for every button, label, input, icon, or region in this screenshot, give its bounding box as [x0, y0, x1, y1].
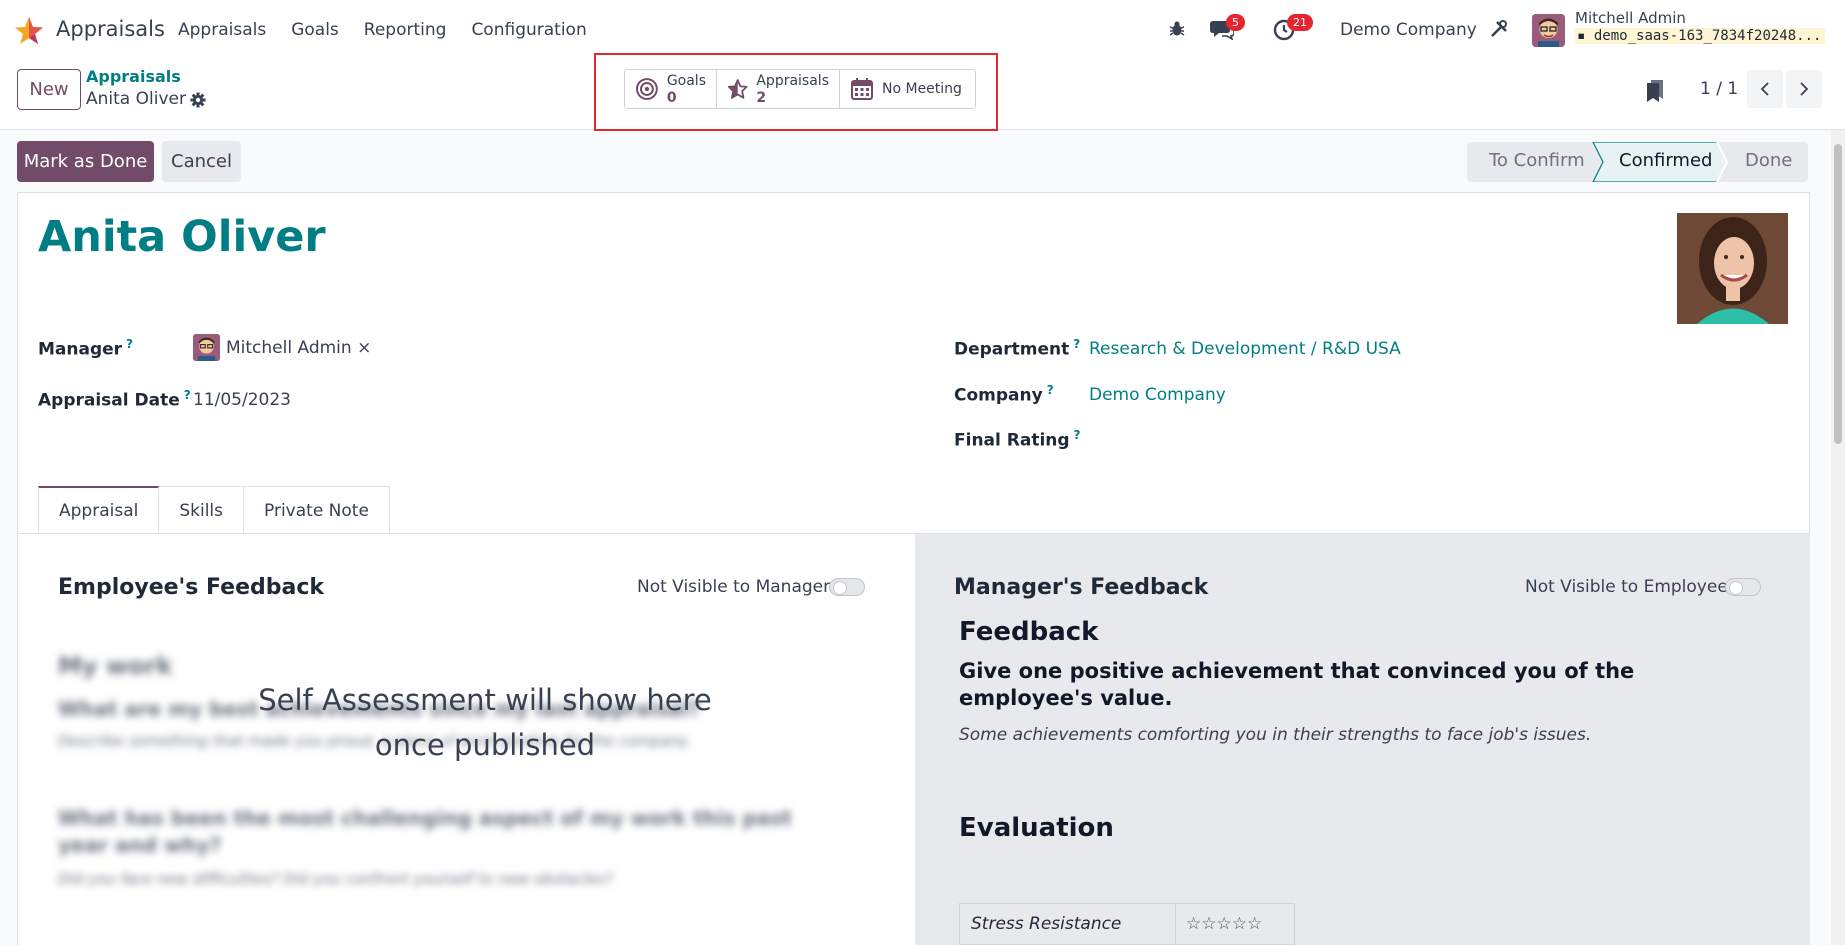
company-switcher[interactable]: Demo Company	[1340, 20, 1477, 40]
new-button[interactable]: New	[17, 69, 81, 110]
feedback-question[interactable]: Give one positive achievement that convi…	[959, 658, 1719, 712]
manager-field[interactable]: Mitchell Admin ×	[226, 338, 371, 358]
appraisal-date-label-text: Appraisal Date	[38, 390, 180, 411]
chevron-right-icon	[1800, 82, 1809, 96]
database-name: ▪ demo_saas-163_7834f20248...	[1575, 28, 1826, 44]
bug-icon[interactable]	[1168, 20, 1186, 38]
pager-value[interactable]: 1 / 1	[1700, 79, 1738, 99]
employee-photo	[1677, 213, 1788, 324]
menu-goals[interactable]: Goals	[291, 20, 339, 40]
blurred-question-2: What has been the most challenging aspec…	[58, 806, 792, 857]
company-help-icon[interactable]: ?	[1047, 383, 1054, 397]
appraisals-app-icon[interactable]	[14, 16, 44, 46]
not-visible-manager-label: Not Visible to Manager	[637, 577, 831, 597]
page-scrollbar[interactable]	[1831, 130, 1845, 945]
menu-reporting[interactable]: Reporting	[364, 20, 447, 40]
appraisals-value: 2	[756, 89, 767, 106]
scrollbar-thumb[interactable]	[1834, 144, 1842, 444]
manager-avatar	[193, 334, 220, 361]
company-link[interactable]: Demo Company	[1089, 385, 1226, 405]
appraisal-date-field[interactable]: 11/05/2023	[193, 390, 291, 410]
feedback-heading[interactable]: Feedback	[959, 617, 1098, 647]
meeting-smart-button[interactable]: No Meeting	[840, 70, 975, 108]
department-label: Department?	[954, 337, 1080, 360]
appraisals-label: Appraisals	[756, 72, 829, 89]
menu-appraisals[interactable]: Appraisals	[178, 20, 266, 40]
department-help-icon[interactable]: ?	[1073, 337, 1080, 351]
stage-done[interactable]: Done	[1745, 150, 1792, 171]
database-icon: ▪	[1577, 28, 1586, 44]
not-visible-manager-toggle[interactable]	[829, 578, 865, 596]
meeting-label: No Meeting	[882, 80, 962, 97]
menu-configuration[interactable]: Configuration	[471, 20, 586, 40]
goals-value: 0	[666, 89, 677, 106]
main-menu: Appraisals Goals Reporting Configuration	[178, 20, 612, 40]
stage-confirmed[interactable]: Confirmed	[1619, 150, 1712, 171]
mark-as-done-button[interactable]: Mark as Done	[17, 141, 154, 182]
messages-badge: 5	[1226, 14, 1245, 31]
evaluation-row-stars[interactable]: ☆☆☆☆☆	[1176, 904, 1294, 944]
calendar-icon	[851, 78, 873, 100]
goals-label: Goals	[666, 72, 706, 89]
manager-label-text: Manager	[38, 339, 123, 360]
evaluation-row-label[interactable]: Stress Resistance	[960, 904, 1176, 944]
company-label-text: Company	[954, 385, 1043, 406]
star-icon	[727, 79, 748, 99]
employee-name: Anita Oliver	[38, 212, 326, 262]
breadcrumb-current: Anita Oliver	[86, 89, 186, 109]
appraisals-smart-button[interactable]: Appraisals 2	[717, 70, 840, 108]
pager-previous-button[interactable]	[1747, 70, 1783, 108]
breadcrumb-parent[interactable]: Appraisals	[86, 67, 181, 86]
chevron-left-icon	[1760, 82, 1769, 96]
app-name[interactable]: Appraisals	[56, 17, 165, 41]
user-avatar[interactable]	[1532, 14, 1565, 47]
department-label-text: Department	[954, 339, 1070, 360]
final-rating-label: Final Rating?	[954, 428, 1081, 451]
not-visible-employee-label: Not Visible to Employee	[1525, 577, 1728, 597]
self-assessment-overlay: Self Assessment will show here once publ…	[258, 683, 712, 762]
appraisal-date-label: Appraisal Date?	[38, 388, 191, 411]
database-label: demo_saas-163_7834f20248...	[1593, 28, 1822, 44]
tab-skills[interactable]: Skills	[159, 486, 245, 534]
manager-feedback-title: Manager's Feedback	[954, 575, 1209, 600]
blurred-heading: My work	[58, 652, 173, 680]
stage-to-confirm[interactable]: To Confirm	[1489, 150, 1585, 171]
user-name[interactable]: Mitchell Admin	[1575, 9, 1686, 27]
remove-manager-icon[interactable]: ×	[357, 338, 371, 358]
smart-buttons: Goals 0 Appraisals 2 No Meeting	[624, 69, 976, 109]
tab-appraisal[interactable]: Appraisal	[38, 486, 160, 534]
gear-icon[interactable]	[190, 92, 206, 108]
activities-badge: 21	[1287, 14, 1313, 31]
not-visible-employee-toggle[interactable]	[1725, 578, 1761, 596]
final-rating-label-text: Final Rating	[954, 430, 1070, 451]
tools-icon[interactable]	[1489, 19, 1509, 39]
bookmark-icon[interactable]	[1645, 79, 1665, 103]
blurred-desc-2: Did you face new difficulties? Did you c…	[58, 870, 613, 888]
evaluation-heading[interactable]: Evaluation	[959, 813, 1114, 843]
manager-label: Manager?	[38, 337, 133, 360]
cancel-button[interactable]: Cancel	[162, 141, 241, 182]
date-help-icon[interactable]: ?	[184, 388, 191, 402]
department-link[interactable]: Research & Development / R&D USA	[1089, 339, 1401, 359]
evaluation-table: Stress Resistance ☆☆☆☆☆	[959, 903, 1295, 945]
target-icon	[635, 78, 658, 100]
company-label: Company?	[954, 383, 1054, 406]
top-navbar: Appraisals Appraisals Goals Reporting Co…	[0, 0, 1845, 60]
notebook-tabs: Appraisal Skills Private Note	[38, 486, 390, 534]
employee-feedback-title: Employee's Feedback	[58, 575, 325, 600]
rating-help-icon[interactable]: ?	[1074, 428, 1081, 442]
tab-private-note[interactable]: Private Note	[244, 486, 390, 534]
manager-value: Mitchell Admin	[226, 338, 352, 358]
goals-smart-button[interactable]: Goals 0	[625, 70, 717, 108]
pager-next-button[interactable]	[1786, 70, 1822, 108]
feedback-hint[interactable]: Some achievements comforting you in thei…	[959, 725, 1591, 745]
manager-help-icon[interactable]: ?	[126, 337, 133, 351]
